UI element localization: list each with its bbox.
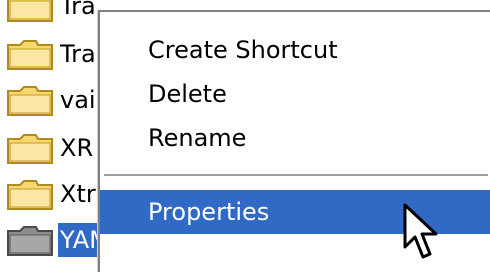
folder-icon xyxy=(6,223,54,257)
tree-item-label: Tra xyxy=(60,0,96,20)
tree-item-label: Xtr xyxy=(60,180,96,208)
menu-item-label: Create Shortcut xyxy=(148,36,338,64)
tree-item-folder[interactable]: XR xyxy=(6,128,95,168)
tree-item-label: Tra xyxy=(60,40,96,68)
folder-icon xyxy=(6,83,54,117)
tree-item-folder[interactable]: Tra xyxy=(6,34,98,74)
folder-icon xyxy=(6,37,54,71)
menu-item-label: Rename xyxy=(148,124,247,152)
menu-item-label: Properties xyxy=(148,198,270,226)
folder-icon xyxy=(6,131,54,165)
tree-item-folder[interactable]: Xtr xyxy=(6,174,98,214)
tree-item-folder[interactable]: vai xyxy=(6,80,98,120)
menu-item-label: Delete xyxy=(148,80,227,108)
folder-icon xyxy=(6,177,54,211)
menu-separator xyxy=(104,174,488,178)
menu-item-delete[interactable]: Delete xyxy=(100,72,490,116)
tree-item-label: vai xyxy=(60,86,96,114)
tree-item-folder[interactable]: Tra xyxy=(6,0,98,26)
mouse-pointer-icon xyxy=(402,203,442,261)
menu-item-rename[interactable]: Rename xyxy=(100,116,490,160)
tree-item-label: XR xyxy=(60,134,94,162)
menu-item-create-shortcut[interactable]: Create Shortcut xyxy=(100,28,490,72)
folder-icon xyxy=(6,0,54,23)
